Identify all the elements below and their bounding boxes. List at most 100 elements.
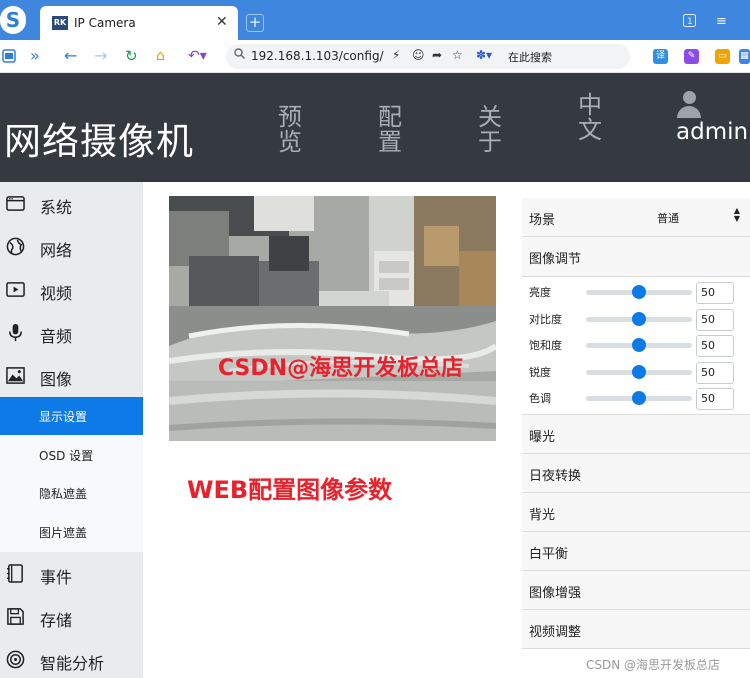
section-backlight[interactable]: 背光: [522, 493, 750, 532]
section-day-night[interactable]: 日夜转换: [522, 454, 750, 493]
sidebar-item-audio[interactable]: 音频: [0, 311, 143, 354]
menu-icon[interactable]: ≡: [716, 14, 727, 29]
sharpness-slider-thumb[interactable]: [632, 365, 646, 379]
nav-about-line2: 于: [478, 128, 502, 156]
system-icon: [6, 196, 25, 211]
sidebar-subitem-picture-mask[interactable]: 图片遮盖: [0, 513, 143, 551]
tab-favicon-icon: RK: [52, 16, 68, 30]
address-search-icon: [234, 48, 245, 62]
share-icon[interactable]: ➦: [432, 48, 442, 62]
sidebar-item-storage[interactable]: 存储: [0, 595, 143, 638]
saturation-input[interactable]: 50: [696, 335, 734, 357]
section-video-adjust[interactable]: 视频调整: [522, 610, 750, 649]
nav-about-line1: 关: [478, 103, 502, 131]
sidebar-item-label: 音频: [40, 327, 73, 346]
camera-preview-image: [169, 196, 496, 441]
hue-slider-thumb[interactable]: [632, 391, 646, 405]
nav-language-line1: 中: [578, 91, 602, 119]
sidebar-subitem-label: OSD 设置: [39, 449, 94, 463]
select-arrows-icon: ▲ ▼: [733, 206, 740, 223]
sidebar-item-video[interactable]: 视频: [0, 268, 143, 311]
nav-preview-line2: 览: [278, 128, 302, 156]
preview-overlay-text: CSDN@海思开发板总店: [218, 356, 464, 381]
sharpness-input[interactable]: 50: [696, 362, 734, 384]
sidebar-item-system[interactable]: 系统: [0, 182, 143, 225]
home-icon[interactable]: ⌂: [156, 48, 165, 64]
ai-extension-icon[interactable]: ✎: [684, 49, 699, 64]
sidebar-item-image[interactable]: 图像: [0, 354, 143, 397]
refresh-icon[interactable]: ↻: [125, 48, 138, 64]
sidebar-item-network[interactable]: 网络: [0, 225, 143, 268]
analysis-icon: [6, 650, 25, 669]
microphone-icon: [9, 323, 22, 342]
brightness-input[interactable]: 50: [696, 282, 734, 304]
undo-icon[interactable]: ↶▾: [188, 48, 207, 64]
app-header: 网络摄像机 预 览 配 置 关 于 中 文 admin: [0, 73, 750, 182]
video-icon: [6, 282, 25, 297]
preview-caption: WEB配置图像参数: [187, 476, 393, 504]
section-label: 日夜转换: [529, 469, 582, 484]
browser-tab[interactable]: RK IP Camera ✕: [40, 6, 238, 40]
contrast-input[interactable]: 50: [696, 309, 734, 331]
section-exposure[interactable]: 曝光: [522, 415, 750, 454]
browser-tab-bar: S RK IP Camera ✕ + 1 ≡: [0, 0, 750, 40]
sidebar-item-label: 网络: [40, 241, 73, 260]
nav-preview[interactable]: 预 览: [275, 105, 305, 155]
sidebar-item-event[interactable]: 事件: [0, 552, 143, 595]
section-label: 白平衡: [529, 547, 569, 562]
browser-logo-icon[interactable]: S: [0, 6, 26, 34]
hue-input[interactable]: 50: [696, 388, 734, 410]
tab-count-icon[interactable]: 1: [683, 14, 696, 31]
slider-label: 亮度: [529, 286, 551, 299]
sidebar-subitem-display[interactable]: 显示设置: [0, 397, 143, 435]
slider-label: 锐度: [529, 366, 551, 379]
saturation-slider-thumb[interactable]: [632, 338, 646, 352]
search-engine-icon[interactable]: ✽▾: [476, 48, 492, 62]
slider-row-hue: 色调 50: [522, 386, 750, 412]
section-label: 背光: [529, 508, 556, 523]
lightning-icon[interactable]: ⚡: [392, 48, 400, 62]
brightness-slider-thumb[interactable]: [632, 285, 646, 299]
section-image-enhance[interactable]: 图像增强: [522, 571, 750, 610]
sidebar-item-label: 事件: [40, 568, 73, 587]
scene-select-value: 普通: [657, 212, 679, 225]
search-input[interactable]: 在此搜索: [508, 49, 552, 65]
username[interactable]: admin: [676, 119, 748, 145]
new-tab-button[interactable]: +: [246, 14, 264, 32]
more-extension-icon[interactable]: ▦: [739, 49, 750, 64]
forward-icon[interactable]: →: [94, 48, 107, 64]
scene-select[interactable]: 普通 ▲ ▼: [650, 204, 746, 229]
bookmark-star-icon[interactable]: ☆: [452, 48, 463, 62]
expand-icon[interactable]: »: [30, 48, 40, 64]
section-label: 视频调整: [529, 625, 582, 640]
sidebar-subitem-osd[interactable]: OSD 设置: [0, 436, 143, 474]
nav-config-line2: 置: [378, 128, 402, 156]
address-bar[interactable]: 192.168.1.103/config/ ⚡ ☺ ➦ ☆ ✽▾ 在此搜索: [226, 44, 630, 69]
url-text: 192.168.1.103/config/: [251, 49, 384, 63]
user-avatar-icon[interactable]: [676, 91, 702, 119]
section-white-balance[interactable]: 白平衡: [522, 532, 750, 571]
contrast-slider-thumb[interactable]: [632, 312, 646, 326]
sidebar-item-analysis[interactable]: 智能分析: [0, 638, 143, 678]
slider-row-brightness: 亮度 50: [522, 280, 750, 306]
tab-close-icon[interactable]: ✕: [216, 14, 228, 30]
globe-icon: [6, 237, 25, 256]
app-title: 网络摄像机: [4, 120, 194, 163]
nav-preview-line1: 预: [278, 103, 302, 131]
sidebar-subitem-label: 图片遮盖: [39, 526, 88, 540]
sidebar-subitem-privacy-mask[interactable]: 隐私遮盖: [0, 474, 143, 512]
nav-language[interactable]: 中 文: [575, 93, 605, 143]
back-icon[interactable]: ←: [64, 48, 77, 64]
browser-toolbar: » ← → ↻ ⌂ ↶▾ 192.168.1.103/config/ ⚡ ☺ ➦…: [0, 40, 750, 73]
camera-preview[interactable]: [169, 196, 496, 441]
image-adjust-header[interactable]: 图像调节: [522, 237, 750, 277]
nav-config-line1: 配: [378, 103, 402, 131]
sidebar-item-label: 存储: [40, 611, 73, 630]
image-adjust-label: 图像调节: [529, 252, 582, 267]
sidebar-toggle-icon[interactable]: [2, 49, 16, 67]
folder-extension-icon[interactable]: ▭: [715, 49, 730, 64]
nav-config[interactable]: 配 置: [375, 105, 405, 155]
translate-extension-icon[interactable]: 译: [653, 49, 668, 64]
nav-about[interactable]: 关 于: [475, 105, 505, 155]
reader-icon[interactable]: ☺: [412, 48, 425, 62]
